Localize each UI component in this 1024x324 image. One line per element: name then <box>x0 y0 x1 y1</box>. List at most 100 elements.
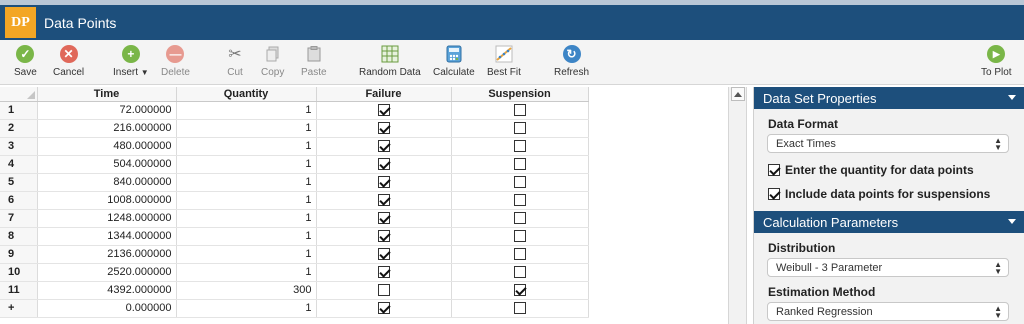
suspension-checkbox[interactable] <box>513 140 526 153</box>
estimation-method-select[interactable]: Ranked Regression ▲ ▼ <box>767 302 1009 321</box>
table-row[interactable]: 5 840.000000 1 <box>0 173 589 192</box>
time-cell[interactable]: 1248.000000 <box>37 209 177 228</box>
suspensions-checkbox[interactable] <box>768 188 780 200</box>
suspension-checkbox[interactable] <box>513 266 526 279</box>
quantity-cell[interactable]: 1 <box>176 119 317 138</box>
row-number[interactable]: 4 <box>0 155 38 174</box>
column-header-time[interactable]: Time <box>37 87 177 102</box>
quantity-cell[interactable]: 1 <box>176 245 317 264</box>
table-row[interactable]: 7 1248.000000 1 <box>0 209 589 228</box>
failure-checkbox[interactable] <box>377 284 390 297</box>
failure-checkbox[interactable] <box>377 248 390 261</box>
best-fit-button[interactable]: Best Fit <box>487 44 521 78</box>
table-row[interactable]: 10 2520.000000 1 <box>0 263 589 282</box>
table-row[interactable]: 6 1008.000000 1 <box>0 191 589 210</box>
suspension-checkbox[interactable] <box>513 104 526 117</box>
select-all-corner[interactable] <box>0 87 38 102</box>
table-row[interactable]: 4 504.000000 1 <box>0 155 589 174</box>
data-format-select[interactable]: Exact Times ▲ ▼ <box>767 134 1009 153</box>
table-row[interactable]: 9 2136.000000 1 <box>0 245 589 264</box>
quantity-cell[interactable]: 1 <box>176 227 317 246</box>
table-row[interactable]: +0.000000 1 <box>0 299 589 318</box>
quantity-cell[interactable]: 1 <box>176 191 317 210</box>
failure-checkbox[interactable] <box>377 212 390 225</box>
time-cell[interactable]: 504.000000 <box>37 155 177 174</box>
panel-divider[interactable] <box>728 87 747 324</box>
time-cell[interactable]: 0.000000 <box>37 299 177 318</box>
cut-button[interactable]: ✂ Cut <box>225 44 245 78</box>
failure-checkbox[interactable] <box>377 230 390 243</box>
failure-checkbox[interactable] <box>377 266 390 279</box>
table-row[interactable]: 8 1344.000000 1 <box>0 227 589 246</box>
time-cell[interactable]: 1344.000000 <box>37 227 177 246</box>
cancel-button[interactable]: ✕ Cancel <box>53 44 84 78</box>
quantity-cell[interactable]: 1 <box>176 155 317 174</box>
row-number[interactable]: 2 <box>0 119 38 138</box>
time-cell[interactable]: 4392.000000 <box>37 281 177 300</box>
data-set-properties-header[interactable]: Data Set Properties <box>754 87 1024 109</box>
quantity-cell[interactable]: 300 <box>176 281 317 300</box>
suspensions-option[interactable]: Include data points for suspensions <box>768 187 1024 201</box>
quantity-cell[interactable]: 1 <box>176 299 317 318</box>
column-header-failure[interactable]: Failure <box>316 87 452 102</box>
row-number[interactable]: + <box>0 299 38 318</box>
paste-button[interactable]: Paste <box>301 44 327 78</box>
table-row[interactable]: 1 72.000000 1 <box>0 101 589 120</box>
row-number[interactable]: 10 <box>0 263 38 282</box>
time-cell[interactable]: 2136.000000 <box>37 245 177 264</box>
distribution-select[interactable]: Weibull - 3 Parameter ▲ ▼ <box>767 258 1009 277</box>
time-cell[interactable]: 480.000000 <box>37 137 177 156</box>
failure-checkbox[interactable] <box>377 302 390 315</box>
failure-checkbox[interactable] <box>377 140 390 153</box>
quantity-cell[interactable]: 1 <box>176 101 317 120</box>
table-row[interactable]: 11 4392.000000 300 <box>0 281 589 300</box>
to-plot-button[interactable]: ▶ To Plot <box>981 44 1012 78</box>
failure-checkbox[interactable] <box>377 122 390 135</box>
row-number[interactable]: 11 <box>0 281 38 300</box>
failure-checkbox[interactable] <box>377 158 390 171</box>
refresh-button[interactable]: ↻ Refresh <box>554 44 589 78</box>
failure-checkbox[interactable] <box>377 176 390 189</box>
column-header-quantity[interactable]: Quantity <box>176 87 317 102</box>
time-cell[interactable]: 840.000000 <box>37 173 177 192</box>
delete-button[interactable]: — Delete <box>161 44 190 78</box>
copy-button[interactable]: Copy <box>261 44 284 78</box>
quantity-option[interactable]: Enter the quantity for data points <box>768 163 1024 177</box>
quantity-cell[interactable]: 1 <box>176 263 317 282</box>
row-number[interactable]: 3 <box>0 137 38 156</box>
time-cell[interactable]: 1008.000000 <box>37 191 177 210</box>
save-button[interactable]: ✓ Save <box>14 44 37 78</box>
row-number[interactable]: 6 <box>0 191 38 210</box>
row-number[interactable]: 8 <box>0 227 38 246</box>
time-cell[interactable]: 216.000000 <box>37 119 177 138</box>
suspension-checkbox[interactable] <box>513 176 526 189</box>
quantity-cell[interactable]: 1 <box>176 209 317 228</box>
suspension-checkbox[interactable] <box>513 212 526 225</box>
time-cell[interactable]: 2520.000000 <box>37 263 177 282</box>
suspension-checkbox[interactable] <box>513 230 526 243</box>
calculate-button[interactable]: Calculate <box>433 44 475 78</box>
row-number[interactable]: 5 <box>0 173 38 192</box>
calculation-parameters-header[interactable]: Calculation Parameters <box>754 211 1024 233</box>
time-cell[interactable]: 72.000000 <box>37 101 177 120</box>
suspension-checkbox[interactable] <box>513 248 526 261</box>
random-data-button[interactable]: Random Data <box>359 44 421 78</box>
insert-button[interactable]: + Insert ▼ <box>113 44 149 78</box>
suspension-checkbox[interactable] <box>513 122 526 135</box>
scroll-up-arrow-icon[interactable] <box>731 87 745 101</box>
suspension-checkbox[interactable] <box>513 194 526 207</box>
table-row[interactable]: 3 480.000000 1 <box>0 137 589 156</box>
quantity-checkbox[interactable] <box>768 164 780 176</box>
failure-checkbox[interactable] <box>377 194 390 207</box>
suspension-checkbox[interactable] <box>513 158 526 171</box>
row-number[interactable]: 7 <box>0 209 38 228</box>
failure-checkbox[interactable] <box>377 104 390 117</box>
row-number[interactable]: 9 <box>0 245 38 264</box>
suspension-checkbox[interactable] <box>513 284 526 297</box>
row-number[interactable]: 1 <box>0 101 38 120</box>
quantity-cell[interactable]: 1 <box>176 137 317 156</box>
quantity-cell[interactable]: 1 <box>176 173 317 192</box>
column-header-suspension[interactable]: Suspension <box>451 87 589 102</box>
suspension-checkbox[interactable] <box>513 302 526 315</box>
table-row[interactable]: 2 216.000000 1 <box>0 119 589 138</box>
